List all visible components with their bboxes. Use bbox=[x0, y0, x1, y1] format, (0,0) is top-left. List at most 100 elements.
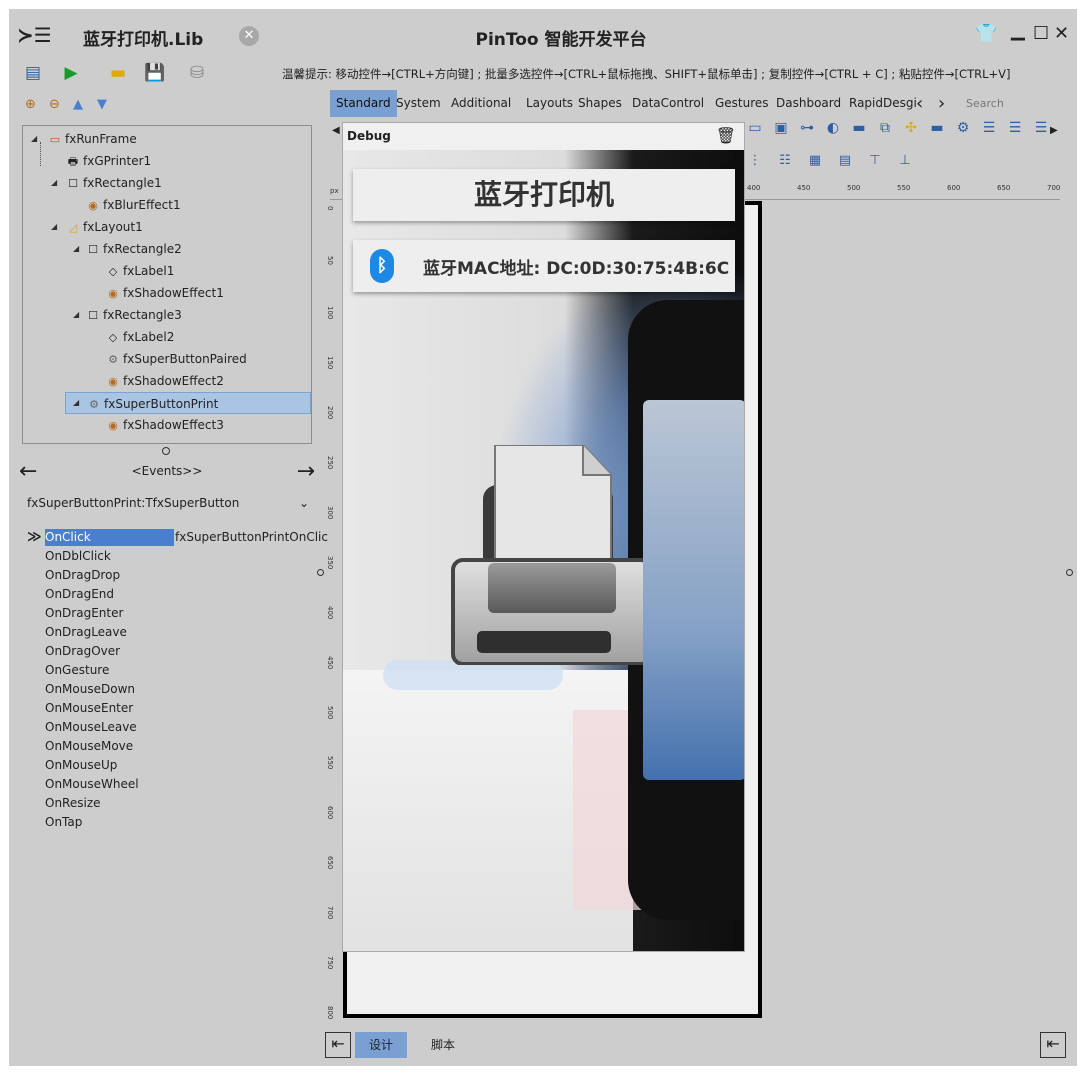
component-icon[interactable]: ☰ bbox=[978, 120, 1000, 136]
tab-standard[interactable]: Standard bbox=[330, 90, 397, 117]
new-project-icon[interactable]: ▤ bbox=[21, 61, 45, 85]
component-icon[interactable]: ⚙ bbox=[952, 120, 974, 136]
chevron-right-icon[interactable]: › bbox=[935, 90, 948, 117]
close-document-icon[interactable]: ✕ bbox=[239, 26, 259, 46]
component-icon[interactable]: ☰ bbox=[1030, 120, 1052, 136]
app-heading-card: 蓝牙打印机 bbox=[353, 169, 735, 221]
print-button[interactable] bbox=[443, 445, 643, 665]
remove-node-icon[interactable]: ⊖ bbox=[49, 97, 69, 112]
component-selector-value: fxSuperButtonPrint:TfxSuperButton bbox=[27, 496, 240, 510]
tree-node[interactable]: ◇ fxLabel2 bbox=[105, 326, 175, 348]
close-icon[interactable]: ✕ bbox=[1054, 23, 1069, 44]
debug-window: Debug 🗑 蓝牙打印机 ᛒ 蓝牙MAC地址: DC:0D:30:75:4B:… bbox=[342, 122, 745, 952]
debug-title-bar: Debug 🗑 bbox=[343, 123, 744, 150]
component-icon[interactable]: ⋮ bbox=[744, 153, 766, 168]
tree-node[interactable]: ▭ fxRunFrame bbox=[47, 128, 137, 150]
save-icon[interactable]: 💾 bbox=[143, 61, 167, 85]
tab-additional[interactable]: Additional bbox=[448, 90, 514, 117]
tab-rapiddesign[interactable]: RapidDesgi bbox=[846, 90, 920, 117]
tree-node[interactable]: ◉ fxShadowEffect3 bbox=[105, 414, 224, 436]
component-icon[interactable]: ☰ bbox=[1004, 120, 1026, 136]
tab-dashboard[interactable]: Dashboard bbox=[773, 90, 844, 117]
tab-datacontrol[interactable]: DataControl bbox=[629, 90, 707, 117]
component-icon[interactable]: ⊥ bbox=[894, 153, 916, 168]
tab-layouts[interactable]: Layouts bbox=[523, 90, 576, 117]
tab-system[interactable]: System bbox=[393, 90, 444, 117]
event-row-onclick[interactable]: OnClick fxSuperButtonPrintOnClic bbox=[45, 528, 328, 547]
component-icon[interactable]: ▦ bbox=[804, 153, 826, 168]
chevron-left-icon[interactable]: ‹ bbox=[913, 90, 926, 117]
event-row[interactable]: OnTap bbox=[45, 813, 320, 832]
event-row[interactable]: OnDragLeave bbox=[45, 623, 320, 642]
title-bar: ≻☰ 蓝牙打印机.Lib ✕ PinToo 智能开发平台 👕 ▁ ☐ ✕ bbox=[9, 9, 1077, 61]
component-icon[interactable]: ☷ bbox=[774, 153, 796, 168]
move-up-icon[interactable]: ▲ bbox=[73, 97, 93, 112]
minimize-icon[interactable]: ▁ bbox=[1011, 20, 1025, 41]
tab-shapes[interactable]: Shapes bbox=[575, 90, 625, 117]
component-icon[interactable]: ⊤ bbox=[864, 153, 886, 168]
event-row[interactable]: OnMouseEnter bbox=[45, 699, 320, 718]
event-row[interactable]: OnResize bbox=[45, 794, 320, 813]
tree-node-selected[interactable]: ⚙ fxSuperButtonPrint bbox=[65, 392, 311, 414]
bluetooth-icon[interactable]: ᛒ bbox=[370, 249, 394, 283]
splitter-handle[interactable] bbox=[162, 447, 170, 455]
event-list: OnClick fxSuperButtonPrintOnClic OnDblCli… bbox=[45, 528, 328, 832]
arrow-right-icon[interactable]: → bbox=[297, 459, 315, 484]
maximize-icon[interactable]: ☐ bbox=[1033, 23, 1049, 44]
event-row[interactable]: OnDragDrop bbox=[45, 566, 320, 585]
resize-handle-right[interactable] bbox=[1066, 569, 1073, 576]
tree-node[interactable]: ◉ fxBlurEffect1 bbox=[85, 194, 180, 216]
palette-search-input[interactable]: Search bbox=[966, 97, 1004, 110]
trash-icon[interactable]: 🗑 bbox=[716, 126, 736, 145]
tree-node[interactable]: ◿ fxLayout1 bbox=[65, 216, 143, 238]
tree-node[interactable]: ☐ fxRectangle1 bbox=[65, 172, 162, 194]
dock-right-icon[interactable]: ⇤ bbox=[1040, 1032, 1066, 1058]
event-row[interactable]: OnDblClick bbox=[45, 547, 320, 566]
event-row[interactable]: OnMouseDown bbox=[45, 680, 320, 699]
tree-node[interactable]: ☐ fxRectangle3 bbox=[85, 304, 182, 326]
component-selector[interactable]: fxSuperButtonPrint:TfxSuperButton ⌄ bbox=[27, 496, 309, 510]
component-icon[interactable]: ▭ bbox=[744, 120, 766, 136]
resize-handle-left[interactable] bbox=[317, 569, 324, 576]
component-icon[interactable]: ▬ bbox=[926, 120, 948, 136]
event-row[interactable]: OnDragOver bbox=[45, 642, 320, 661]
event-row[interactable]: OnDragEnd bbox=[45, 585, 320, 604]
component-icon[interactable]: ▣ bbox=[770, 120, 792, 136]
database-icon[interactable]: ⛁ bbox=[185, 61, 209, 85]
event-row[interactable]: OnMouseMove bbox=[45, 737, 320, 756]
event-row[interactable]: OnGesture bbox=[45, 661, 320, 680]
component-icon[interactable]: ✣ bbox=[900, 120, 922, 136]
event-row[interactable]: OnMouseLeave bbox=[45, 718, 320, 737]
component-palette: Standard System Additional Layouts Shape… bbox=[330, 90, 1077, 117]
app-window: ≻☰ 蓝牙打印机.Lib ✕ PinToo 智能开发平台 👕 ▁ ☐ ✕ ▤ ▶… bbox=[9, 9, 1077, 1066]
event-row[interactable]: OnMouseWheel bbox=[45, 775, 320, 794]
run-icon[interactable]: ▶ bbox=[59, 61, 83, 85]
tab-script[interactable]: 脚本 bbox=[417, 1032, 469, 1058]
tree-node[interactable]: ◉ fxShadowEffect2 bbox=[105, 370, 224, 392]
event-row[interactable]: OnMouseUp bbox=[45, 756, 320, 775]
component-icon[interactable]: ▤ bbox=[834, 153, 856, 168]
toggle-icon[interactable]: ◐ bbox=[822, 120, 844, 136]
phone-screen bbox=[643, 400, 744, 780]
skin-icon[interactable]: 👕 bbox=[975, 23, 997, 44]
tab-gestures[interactable]: Gestures bbox=[712, 90, 772, 117]
component-icon[interactable]: ▬ bbox=[848, 120, 870, 136]
mac-address-label: 蓝牙MAC地址: DC:0D:30:75:4B:6C bbox=[423, 259, 730, 279]
add-node-icon[interactable]: ⊕ bbox=[25, 97, 45, 112]
component-icon[interactable]: ⊶ bbox=[796, 120, 818, 136]
tree-node[interactable]: 🖶 fxGPrinter1 bbox=[65, 150, 151, 172]
tree-node[interactable]: ◇ fxLabel1 bbox=[105, 260, 175, 282]
tree-node[interactable]: ◉ fxShadowEffect1 bbox=[105, 282, 224, 304]
open-folder-icon[interactable]: ▬ bbox=[106, 61, 130, 85]
tree-node[interactable]: ⚙ fxSuperButtonPaired bbox=[105, 348, 247, 370]
tree-node[interactable]: ☐ fxRectangle2 bbox=[85, 238, 182, 260]
tab-design[interactable]: 设计 bbox=[355, 1032, 408, 1058]
move-down-icon[interactable]: ▼ bbox=[97, 97, 117, 112]
event-row[interactable]: OnDragEnter bbox=[45, 604, 320, 623]
menu-icon[interactable]: ≻☰ bbox=[17, 23, 52, 47]
component-icon[interactable]: ⧉ bbox=[874, 120, 896, 136]
tree-tools: ⊕ ⊖ ▲ ▼ bbox=[25, 97, 121, 112]
dock-left-icon[interactable]: ⇤ bbox=[325, 1032, 351, 1058]
event-handler[interactable]: fxSuperButtonPrintOnClic bbox=[175, 528, 328, 547]
scroll-left-icon[interactable]: ◀ bbox=[332, 125, 340, 136]
